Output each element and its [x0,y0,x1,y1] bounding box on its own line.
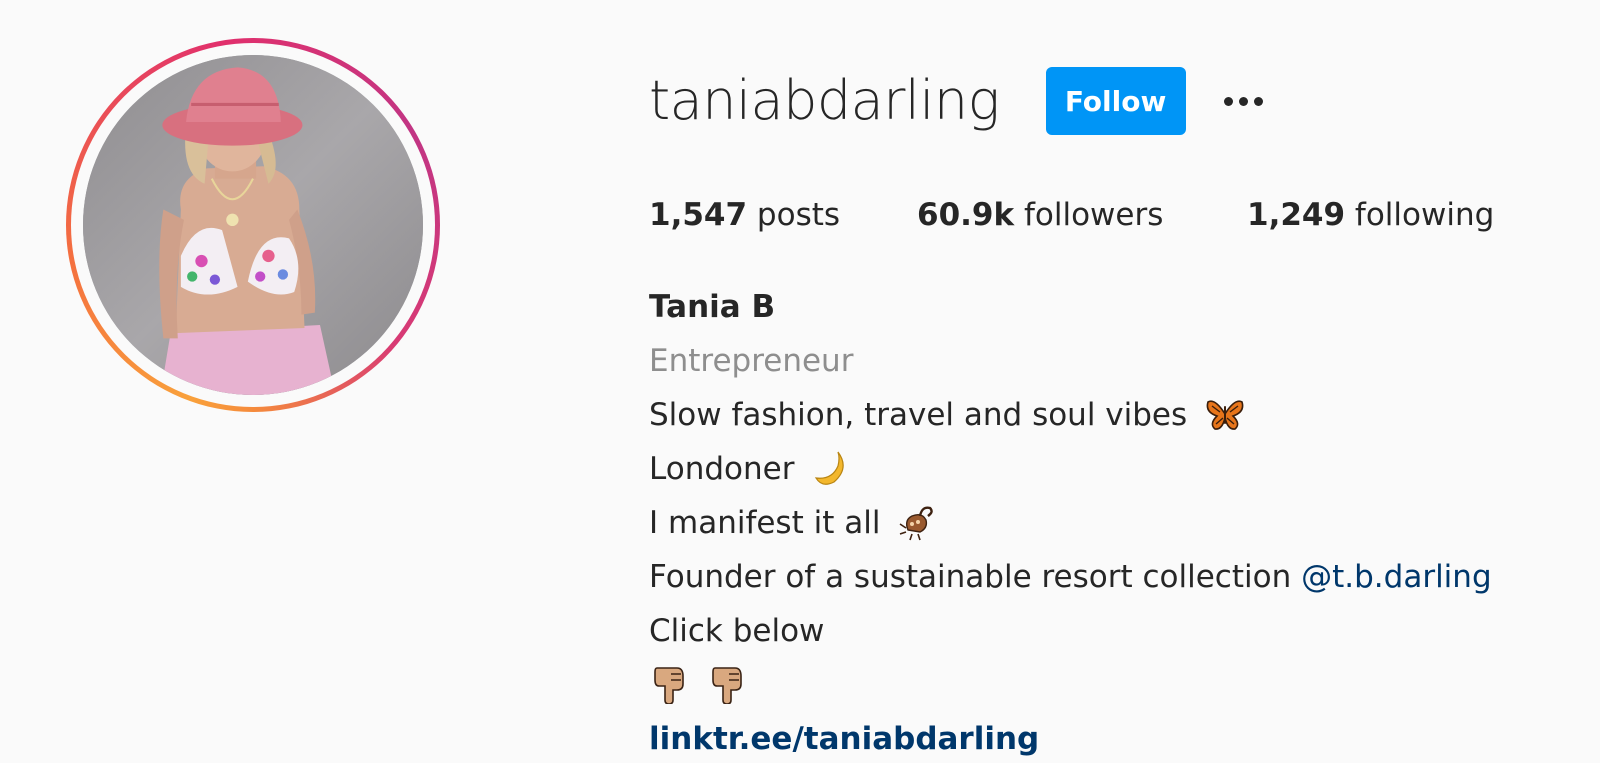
profile-page: taniabdarling Follow 1,547 posts 60.9k f… [0,0,1600,763]
avatar-frame [71,43,435,407]
bio-text: Founder of a sustainable resort collecti… [649,559,1292,595]
avatar[interactable] [83,55,423,395]
stat-following[interactable]: 1,249 following [1247,193,1494,237]
following-label: following [1354,197,1495,233]
external-link[interactable]: linktr.ee/taniabdarling [649,721,1039,757]
more-dot [1254,96,1264,106]
followers-label: followers [1023,197,1164,233]
more-dot [1239,96,1249,106]
more-dot [1224,96,1234,106]
story-ring[interactable] [66,38,440,412]
scorpion-icon [898,502,938,542]
bio-line: Founder of a sustainable resort collecti… [649,550,1492,604]
bio-text: I manifest it all [649,505,881,541]
following-count: 1,249 [1247,197,1346,233]
more-options-icon[interactable] [1214,81,1274,121]
posts-count: 1,547 [649,197,748,233]
pointing-down-icon [707,664,747,704]
bio-line: linktr.ee/taniabdarling [649,712,1492,763]
profile-bio: Tania B Entrepreneur Slow fashion, trave… [649,280,1492,763]
bio-line [649,658,1492,712]
stat-followers[interactable]: 60.9k followers [917,193,1163,237]
profile-header: taniabdarling Follow [649,66,1274,136]
bio-line: I manifest it all [649,496,1492,550]
bio-text: Slow fashion, travel and soul vibes [649,397,1188,433]
follow-button[interactable]: Follow [1045,67,1186,135]
crescent-moon-icon [812,448,852,488]
followers-count: 60.9k [917,197,1015,233]
posts-label: posts [756,197,841,233]
bio-line: Slow fashion, travel and soul vibes [649,388,1492,442]
stat-posts: 1,547 posts [649,193,840,237]
butterfly-icon [1205,394,1245,434]
pointing-down-icon [649,664,689,704]
username: taniabdarling [649,69,1000,132]
mention-link[interactable]: @t.b.darling [1301,559,1492,595]
category-label: Entrepreneur [649,343,854,379]
bio-text: Click below [649,613,825,649]
bio-line: Click below [649,604,1492,658]
bio-text: Londoner [649,451,795,487]
bio-line: Londoner [649,442,1492,496]
full-name: Tania B [649,289,776,325]
